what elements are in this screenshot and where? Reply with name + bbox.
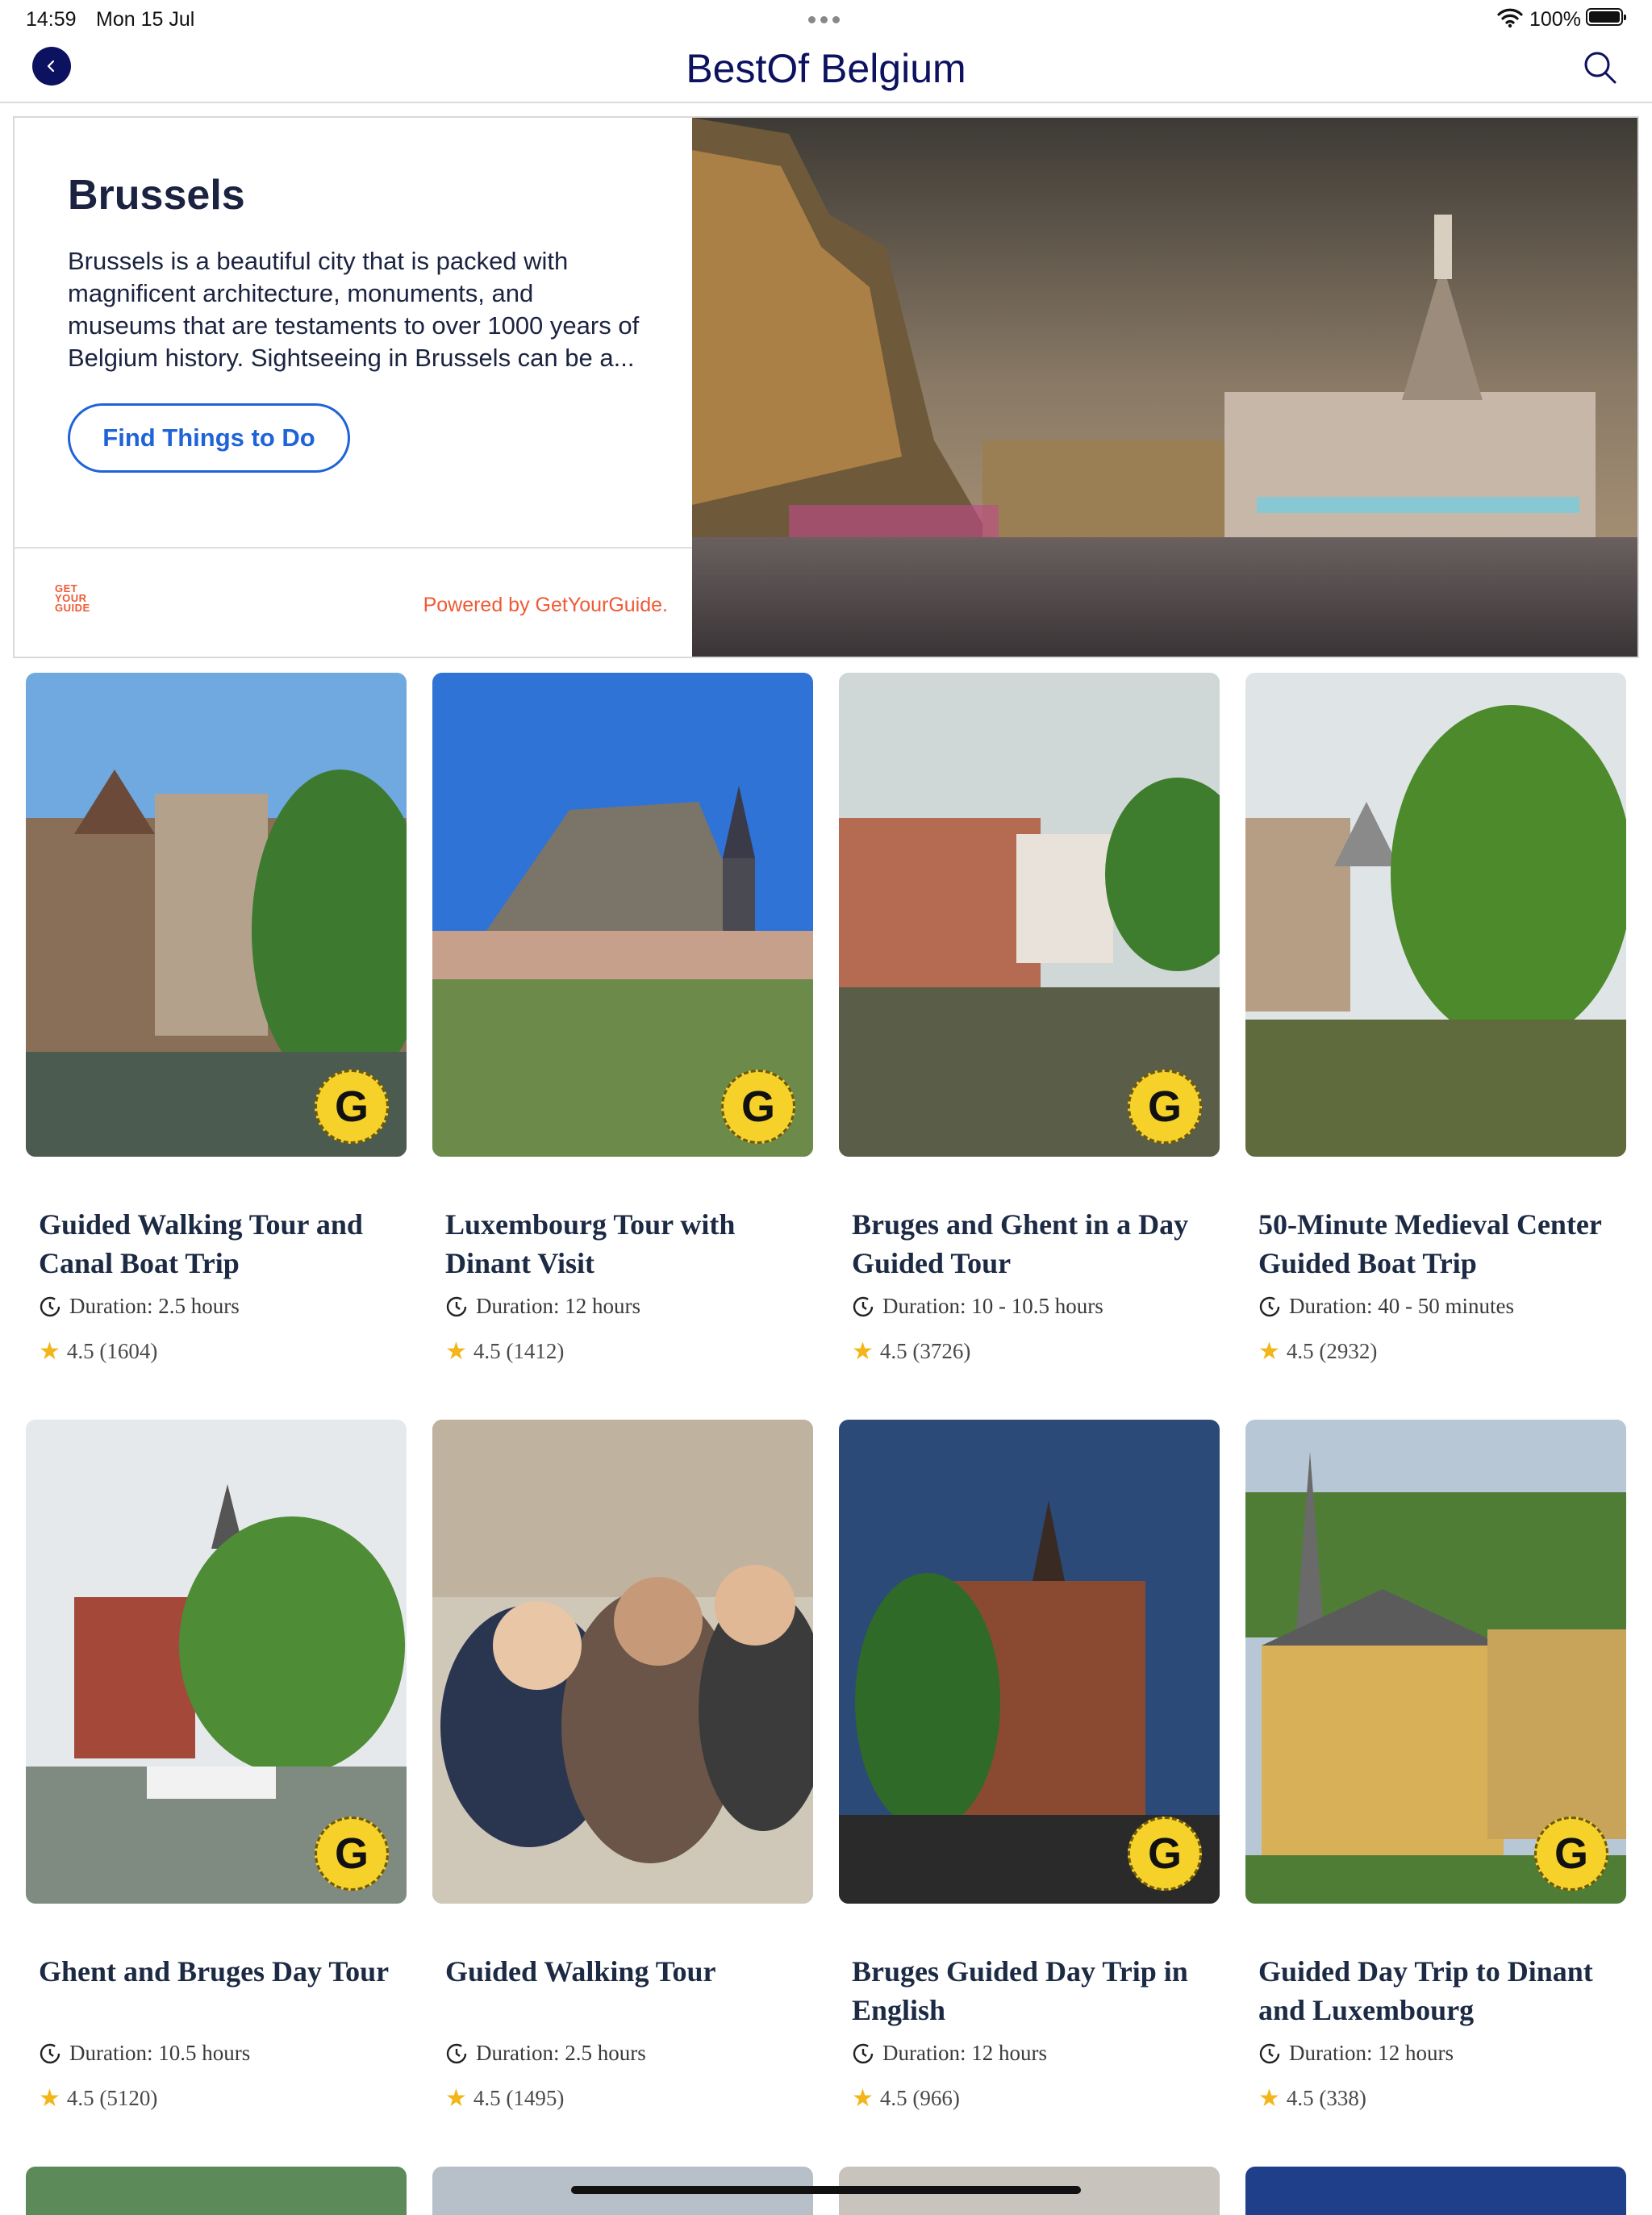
activity-card[interactable]: Guided Walking Tour Duration: 2.5 hours … <box>432 1420 813 2110</box>
clock-icon <box>40 1296 60 1316</box>
activity-photo: G <box>26 673 407 1157</box>
activity-photo: G <box>1245 1420 1626 1904</box>
activity-title: 50-Minute Medieval Center Guided Boat Tr… <box>1258 1208 1602 1279</box>
city-hero-card: Brussels Brussels is a beautiful city th… <box>13 116 1639 658</box>
getyourguide-original-badge: G <box>1128 1817 1202 1891</box>
getyourguide-original-badge: G <box>1534 1817 1608 1891</box>
find-things-button[interactable]: Find Things to Do <box>68 403 350 473</box>
activity-duration: Duration: 12 hours <box>852 2041 1047 2066</box>
clock-icon <box>446 1296 467 1316</box>
getyourguide-original-badge: G <box>315 1817 389 1891</box>
activity-title: Guided Walking Tour <box>445 1955 716 1988</box>
activity-duration: Duration: 2.5 hours <box>39 1294 240 1319</box>
activity-duration: Duration: 10 - 10.5 hours <box>852 1294 1103 1319</box>
activity-rating: ★ 4.5 (1495) <box>445 2084 565 2112</box>
activity-photo: G <box>26 1420 407 1904</box>
activity-card[interactable]: G Luxembourg Tour with Dinant Visit Dura… <box>432 673 813 1363</box>
activity-card-peek[interactable] <box>1245 2167 1626 2215</box>
activity-card[interactable]: G Bruges Guided Day Trip in English Dura… <box>839 1420 1220 2110</box>
clock-icon <box>853 1296 874 1316</box>
clock-icon <box>446 2043 467 2063</box>
activity-duration: Duration: 12 hours <box>1258 2041 1454 2066</box>
multitasking-dots-icon[interactable] <box>808 16 840 23</box>
activity-rating: ★ 4.5 (3726) <box>852 1337 971 1365</box>
activity-title: Guided Walking Tour and Canal Boat Trip <box>39 1208 363 1279</box>
city-title: Brussels <box>68 172 245 219</box>
activity-photo: G <box>839 1420 1220 1904</box>
getyourguide-original-badge: G <box>1128 1070 1202 1144</box>
activity-rating: ★ 4.5 (5120) <box>39 2084 158 2112</box>
activity-duration: Duration: 12 hours <box>445 1294 640 1319</box>
home-indicator[interactable] <box>571 2186 1081 2194</box>
status-date: Mon 15 Jul <box>96 8 195 31</box>
activity-rating: ★ 4.5 (1412) <box>445 1337 565 1365</box>
clock-icon <box>853 2043 874 2063</box>
battery-percent: 100% <box>1529 8 1581 31</box>
clock-icon <box>40 2043 60 2063</box>
activity-duration: Duration: 40 - 50 minutes <box>1258 1294 1514 1319</box>
activity-rating: ★ 4.5 (338) <box>1258 2084 1366 2112</box>
star-icon: ★ <box>852 1337 874 1365</box>
star-icon: ★ <box>39 1337 60 1365</box>
activity-rating: ★ 4.5 (966) <box>852 2084 960 2112</box>
city-photo <box>692 118 1637 657</box>
city-description: Brussels is a beautiful city that is pac… <box>68 247 640 372</box>
activity-card[interactable]: G Guided Walking Tour and Canal Boat Tri… <box>26 673 407 1363</box>
battery-icon <box>1586 8 1626 26</box>
clock-icon <box>1259 1296 1280 1316</box>
activity-title: Ghent and Bruges Day Tour <box>39 1955 390 1988</box>
clock-icon <box>1259 2043 1280 2063</box>
activity-duration: Duration: 2.5 hours <box>445 2041 646 2066</box>
status-bar: 14:59 Mon 15 Jul 100% <box>0 0 1652 39</box>
activity-title: Guided Day Trip to Dinant and Luxembourg <box>1258 1955 1593 2026</box>
activity-card[interactable]: G Ghent and Bruges Day Tour Duration: 10… <box>26 1420 407 2110</box>
star-icon: ★ <box>445 2084 467 2112</box>
activity-rating: ★ 4.5 (1604) <box>39 1337 158 1365</box>
star-icon: ★ <box>1258 2084 1280 2112</box>
star-icon: ★ <box>1258 1337 1280 1365</box>
activity-card[interactable]: G Bruges and Ghent in a Day Guided Tour … <box>839 673 1220 1363</box>
activity-title: Bruges Guided Day Trip in English <box>852 1955 1188 2026</box>
activity-title: Luxembourg Tour with Dinant Visit <box>445 1208 736 1279</box>
star-icon: ★ <box>445 1337 467 1365</box>
status-time: 14:59 <box>26 8 77 31</box>
page-title: BestOf Belgium <box>686 46 966 91</box>
activity-duration: Duration: 10.5 hours <box>39 2041 250 2066</box>
getyourguide-logo: GET YOUR GUIDE <box>55 582 90 614</box>
wifi-icon <box>1497 8 1523 28</box>
activity-rating: ★ 4.5 (2932) <box>1258 1337 1378 1365</box>
activity-card[interactable]: 50-Minute Medieval Center Guided Boat Tr… <box>1245 673 1626 1363</box>
activity-photo <box>432 1420 813 1904</box>
powered-by-link[interactable]: Powered by GetYourGuide. <box>423 594 668 617</box>
activity-photo: G <box>839 673 1220 1157</box>
star-icon: ★ <box>39 2084 60 2112</box>
getyourguide-original-badge: G <box>315 1070 389 1144</box>
divider <box>15 547 692 549</box>
getyourguide-original-badge: G <box>721 1070 795 1144</box>
activity-card[interactable]: G Guided Day Trip to Dinant and Luxembou… <box>1245 1420 1626 2110</box>
activity-photo <box>1245 673 1626 1157</box>
search-icon[interactable] <box>1581 48 1620 87</box>
star-icon: ★ <box>852 2084 874 2112</box>
activity-card-peek[interactable] <box>26 2167 407 2215</box>
activity-photo: G <box>432 673 813 1157</box>
hero-info: Brussels Brussels is a beautiful city th… <box>15 118 692 657</box>
activity-title: Bruges and Ghent in a Day Guided Tour <box>852 1208 1189 1279</box>
nav-bar: BestOf Belgium <box>0 39 1652 103</box>
